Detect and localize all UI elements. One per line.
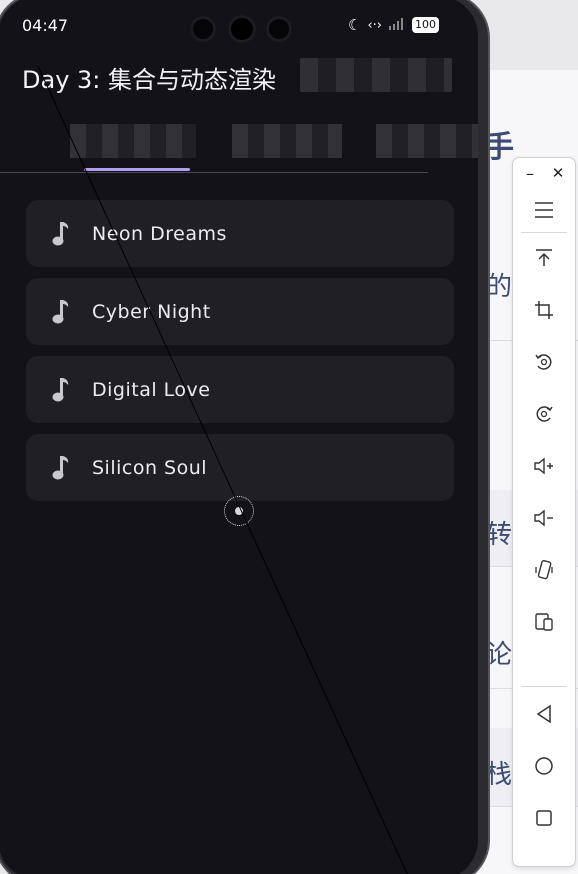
menu-icon[interactable]	[526, 192, 562, 228]
music-note-icon	[52, 221, 69, 245]
camera-icon	[228, 15, 256, 43]
background-doc-heading-char: 手	[484, 130, 514, 165]
close-button[interactable]: ✕	[545, 160, 571, 186]
volume-down-icon[interactable]	[526, 500, 562, 536]
camera-icon	[266, 16, 292, 42]
song-title: Cyber Night	[92, 300, 211, 323]
status-time: 04:47	[22, 16, 69, 35]
song-list: Neon Dreams Cyber Night Digital Love Sil…	[26, 200, 454, 512]
toolbar-divider	[521, 686, 567, 687]
touch-indicator	[224, 496, 254, 526]
music-note-icon	[52, 455, 69, 479]
signal-icon	[388, 16, 406, 34]
tab-3[interactable]	[376, 124, 478, 158]
redacted-title-suffix	[300, 58, 452, 92]
song-title: Silicon Soul	[92, 456, 208, 479]
toolbar-divider	[521, 232, 567, 233]
scroll-top-icon[interactable]	[526, 240, 562, 276]
hotspot-icon: ‹·›	[367, 17, 382, 33]
devices-icon[interactable]	[526, 604, 562, 640]
background-doc-row-char: 论	[486, 640, 513, 670]
volume-up-icon[interactable]	[526, 448, 562, 484]
song-item[interactable]: Digital Love	[26, 356, 454, 423]
emulator-toolbar: – ✕	[513, 158, 575, 866]
moon-icon: ☾	[348, 16, 362, 34]
background-doc-row-char: 栈	[486, 760, 513, 790]
camera-icon	[190, 16, 216, 42]
song-item[interactable]: Neon Dreams	[26, 200, 454, 267]
status-icons: ☾ ‹·› 100	[348, 16, 439, 34]
music-note-icon	[52, 377, 69, 401]
phone-frame: 04:47 ☾ ‹·› 100 Day 3: 集合与动态渲染 Neon Drea…	[0, 0, 488, 874]
rotate-right-icon[interactable]	[526, 396, 562, 432]
home-icon[interactable]	[526, 748, 562, 784]
phone-screen: 04:47 ☾ ‹·› 100 Day 3: 集合与动态渲染 Neon Drea…	[0, 0, 478, 874]
shake-icon[interactable]	[526, 552, 562, 588]
rotate-left-icon[interactable]	[526, 344, 562, 380]
page-title-text: Day 3: 集合与动态渲染	[22, 66, 277, 94]
tab-indicator	[84, 168, 190, 171]
page-title: Day 3: 集合与动态渲染	[22, 60, 276, 95]
background-doc-row-char: 的	[486, 272, 513, 302]
background-doc-row-char: 转	[486, 520, 513, 550]
crop-icon[interactable]	[526, 292, 562, 328]
song-item[interactable]: Silicon Soul	[26, 434, 454, 501]
status-bar: 04:47 ☾ ‹·› 100	[0, 0, 478, 43]
tab-bar	[0, 120, 478, 173]
tab-1[interactable]	[70, 124, 196, 158]
back-icon[interactable]	[526, 696, 562, 732]
recent-apps-icon[interactable]	[526, 800, 562, 836]
song-item[interactable]: Cyber Night	[26, 278, 454, 345]
tab-2[interactable]	[232, 124, 342, 158]
song-title: Neon Dreams	[92, 222, 227, 245]
minimize-button[interactable]: –	[517, 160, 543, 186]
song-title: Digital Love	[92, 378, 211, 401]
desktop-root: 手 的 转 论 栈 04:47 ☾ ‹·› 100 Day 3: 集合与动态渲染…	[0, 0, 578, 874]
music-note-icon	[52, 299, 69, 323]
battery-icon: 100	[411, 17, 439, 33]
